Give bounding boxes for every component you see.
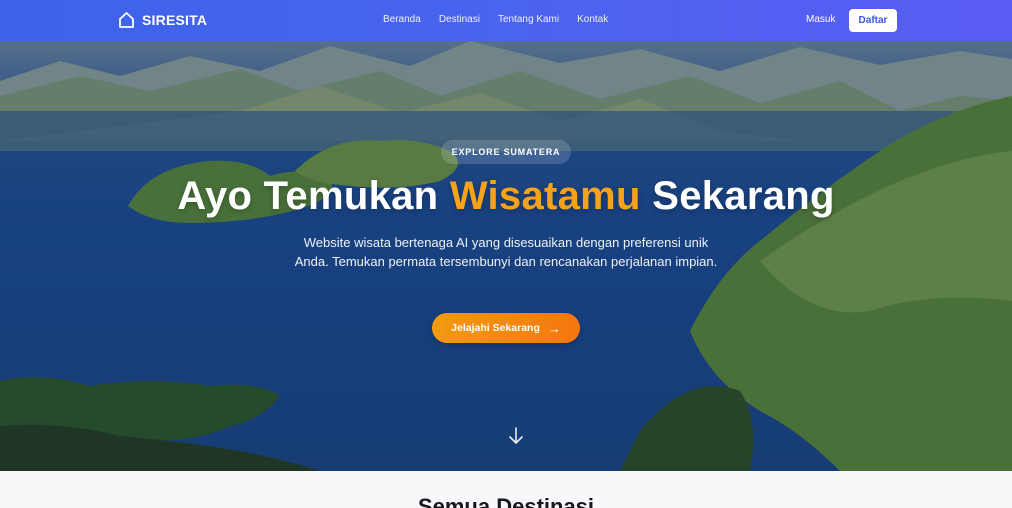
hero-title-part1: Ayo Temukan (177, 174, 450, 218)
brand-logo[interactable]: SIRESITA (118, 11, 207, 29)
brand-name: SIRESITA (142, 12, 208, 28)
nav-link-kontak[interactable]: Kontak (577, 14, 608, 25)
explore-now-label: Jelajahi Sekarang (451, 322, 540, 334)
home-icon (119, 12, 134, 28)
section-title: Semua Destinasi (417, 494, 595, 508)
hero-title-part2: Sekarang (640, 174, 835, 218)
nav-link-beranda[interactable]: Beranda (383, 14, 421, 25)
register-button[interactable]: Daftar (849, 9, 897, 32)
hero-badge: EXPLORE SUMATERA (441, 140, 571, 164)
nav-link-tentang-kami[interactable]: Tentang Kami (498, 14, 559, 25)
hero-title: Ayo Temukan Wisatamu Sekarang (0, 174, 1012, 219)
main-nav: Beranda Destinasi Tentang Kami Kontak (383, 14, 608, 25)
hero-subtitle: Website wisata bertenaga AI yang disesua… (294, 235, 718, 269)
hero-section: EXPLORE SUMATERA Ayo Temukan Wisatamu Se… (0, 41, 1012, 471)
arrow-right-icon: → (547, 320, 561, 336)
hero-title-accent: Wisatamu (449, 174, 641, 218)
arrow-down-icon[interactable] (508, 426, 524, 446)
login-link[interactable]: Masuk (806, 14, 835, 25)
explore-now-button[interactable]: Jelajahi Sekarang → (432, 313, 580, 343)
navbar: SIRESITA Beranda Destinasi Tentang Kami … (0, 0, 1012, 41)
destinations-section: Semua Destinasi (0, 471, 1012, 508)
nav-link-destinasi[interactable]: Destinasi (439, 14, 480, 25)
